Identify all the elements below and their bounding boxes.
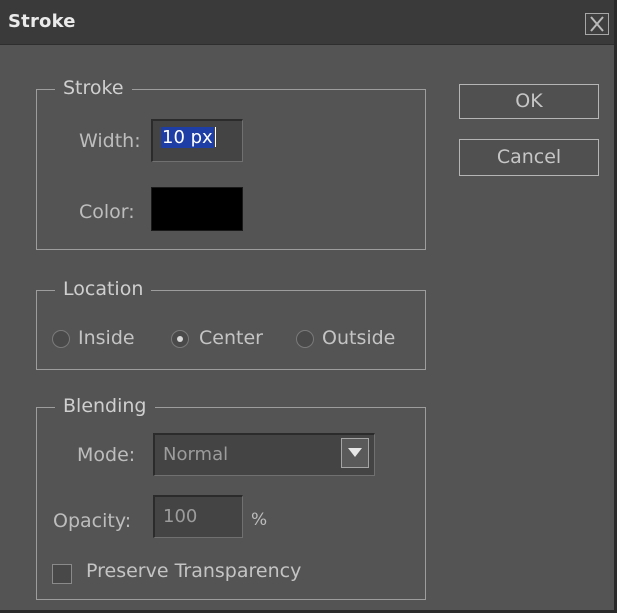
radio-inside[interactable] <box>52 330 70 348</box>
mode-dropdown-button[interactable] <box>341 438 369 468</box>
opacity-input[interactable]: 100 <box>153 495 243 538</box>
opacity-input-value: 100 <box>163 506 198 527</box>
location-group: Location Inside Center Outside <box>36 278 426 370</box>
blending-group-legend: Blending <box>55 395 155 417</box>
width-input[interactable]: 10 px <box>151 119 243 162</box>
width-label: Width: <box>79 130 141 152</box>
color-swatch[interactable] <box>151 187 243 231</box>
close-icon <box>590 16 604 32</box>
radio-outside-label[interactable]: Outside <box>322 327 395 349</box>
location-group-legend: Location <box>55 278 152 300</box>
chevron-down-icon <box>348 448 362 457</box>
opacity-unit: % <box>251 510 268 530</box>
cancel-button[interactable]: Cancel <box>459 139 599 176</box>
radio-center[interactable] <box>171 330 189 348</box>
opacity-label: Opacity: <box>53 510 132 532</box>
stroke-dialog: Stroke Stroke Width: 10 px Color: OK Can… <box>0 0 617 613</box>
close-button[interactable] <box>585 13 609 35</box>
blending-group: Blending Mode: Normal Opacity: 100 % Pre… <box>36 395 426 600</box>
radio-outside[interactable] <box>296 330 314 348</box>
dialog-title: Stroke <box>8 11 76 32</box>
title-bar[interactable]: Stroke <box>0 0 614 45</box>
stroke-group-legend: Stroke <box>55 77 132 99</box>
preserve-transparency-label[interactable]: Preserve Transparency <box>86 560 301 582</box>
mode-select-value: Normal <box>163 444 229 465</box>
ok-button[interactable]: OK <box>459 84 599 119</box>
color-label: Color: <box>79 201 135 223</box>
mode-label: Mode: <box>77 444 136 466</box>
radio-center-label[interactable]: Center <box>199 327 263 349</box>
text-caret <box>214 127 216 147</box>
stroke-group: Stroke Width: 10 px Color: <box>36 77 426 250</box>
preserve-transparency-checkbox[interactable] <box>52 564 72 584</box>
width-input-value: 10 px <box>161 127 214 148</box>
radio-inside-label[interactable]: Inside <box>78 327 135 349</box>
